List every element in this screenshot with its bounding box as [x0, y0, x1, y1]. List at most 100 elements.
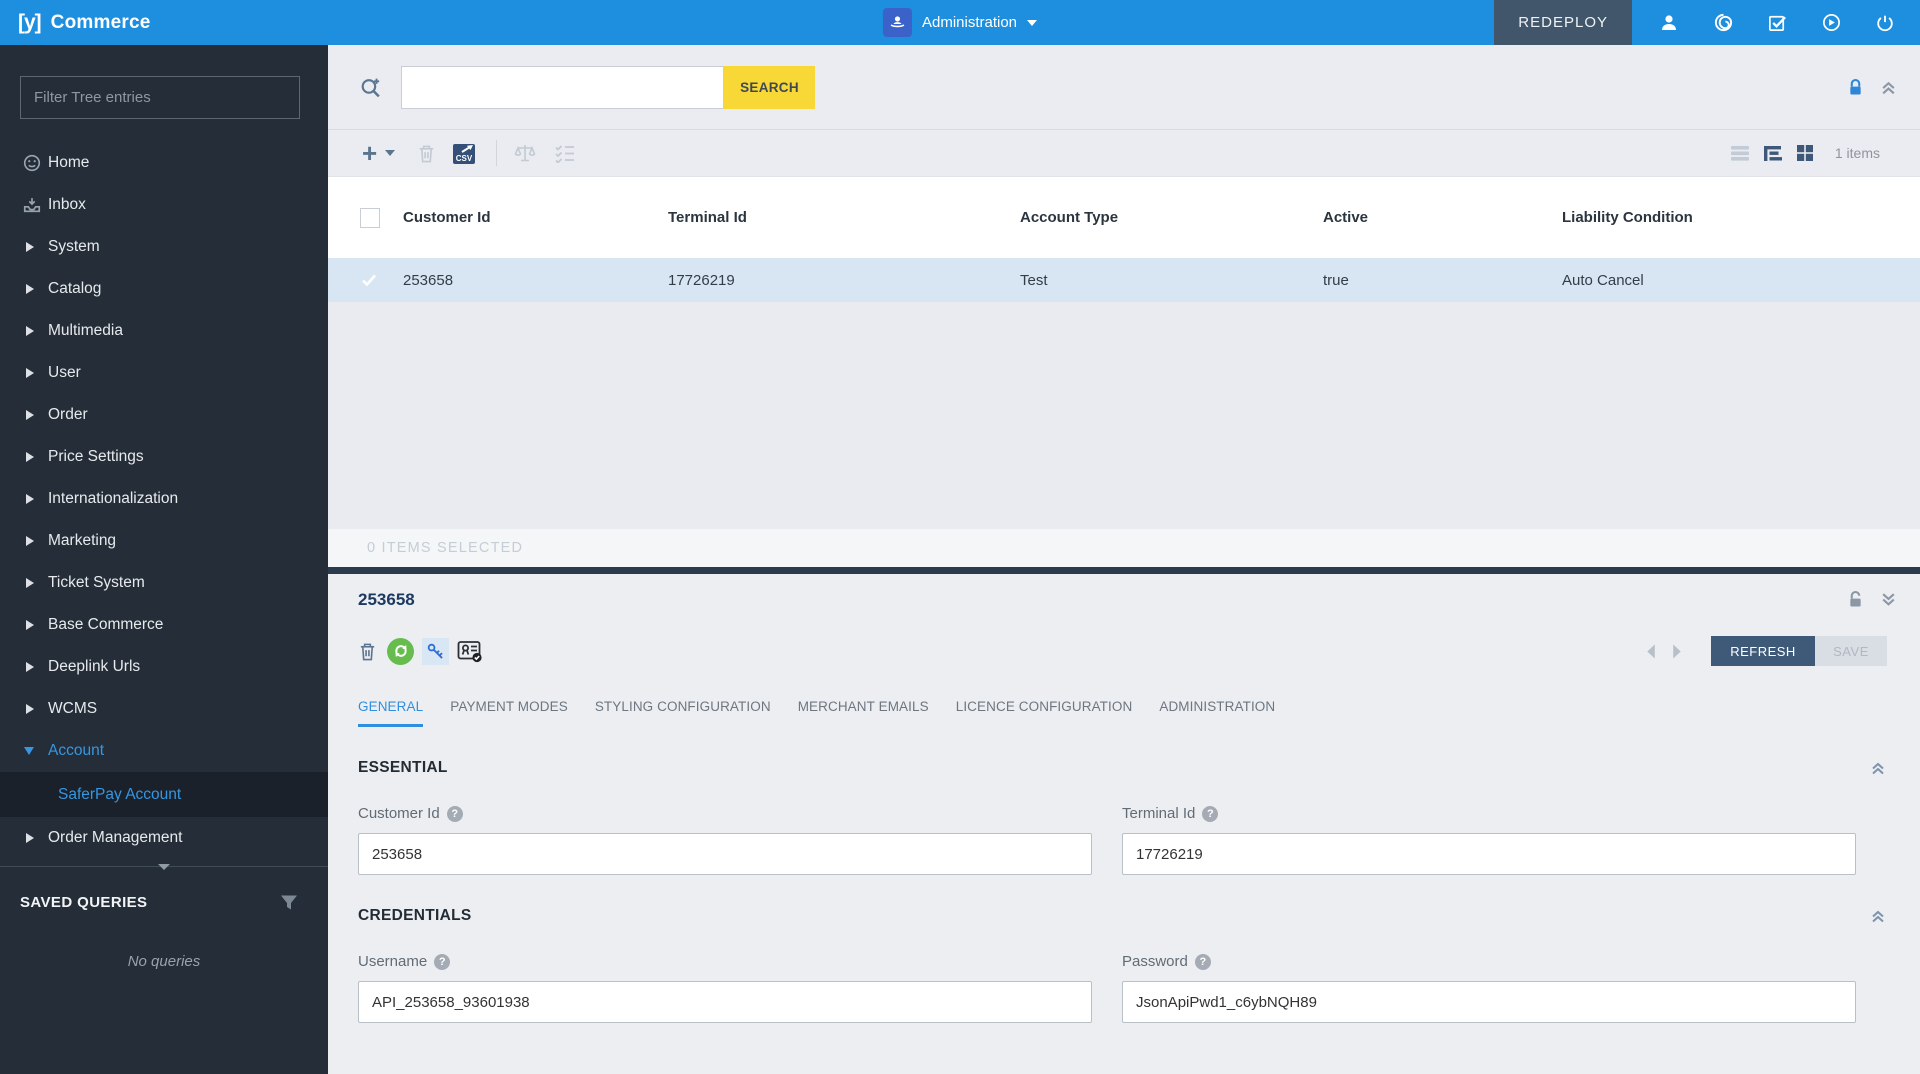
tree-item-base-commerce[interactable]: Base Commerce [0, 604, 328, 646]
tree-item-deeplink-urls[interactable]: Deeplink Urls [0, 646, 328, 688]
grid-view-icon[interactable] [1796, 144, 1814, 162]
column-header[interactable]: Liability Condition [1562, 209, 1920, 226]
column-header[interactable]: Terminal Id [668, 209, 1020, 226]
tree-item-multimedia[interactable]: Multimedia [0, 310, 328, 352]
help-icon[interactable]: ? [1202, 805, 1219, 822]
caret-right-icon [26, 578, 34, 588]
help-icon[interactable]: ? [434, 953, 451, 970]
tree-item-inbox[interactable]: Inbox [0, 184, 328, 226]
select-all-checkbox[interactable] [360, 207, 380, 228]
navigation-tree: Home Inbox System Catalog Multimedia Use… [0, 142, 328, 859]
delete-item-icon[interactable] [417, 143, 436, 164]
tree-item-ticket-system[interactable]: Ticket System [0, 562, 328, 604]
help-icon[interactable]: ? [446, 805, 463, 822]
section-credentials: CREDENTIALS Username ? API_253658_936019… [358, 907, 1884, 1023]
tree-item-catalog[interactable]: Catalog [0, 268, 328, 310]
globe-session-icon[interactable] [1804, 0, 1858, 45]
caret-right-icon [26, 620, 34, 630]
tree-item-label: Price Settings [48, 448, 144, 465]
tree-item-order[interactable]: Order [0, 394, 328, 436]
collapse-section-icon[interactable] [1870, 908, 1886, 924]
tab-general[interactable]: GENERAL [358, 699, 424, 727]
table-row[interactable]: 253658 17726219 Test true Auto Cancel [328, 258, 1920, 302]
delete-account-icon[interactable] [358, 641, 377, 662]
row-selected-check-icon[interactable] [361, 273, 403, 287]
field-label: Username [358, 953, 428, 970]
tasks-check-icon[interactable] [1750, 0, 1804, 45]
search-input[interactable] [401, 65, 724, 109]
tree-item-label: Inbox [48, 196, 86, 213]
tab-merchant-emails[interactable]: MERCHANT EMAILS [798, 699, 929, 727]
tree-item-label: System [48, 238, 100, 255]
tree-item-label: Account [48, 742, 105, 759]
password-input[interactable] [1122, 981, 1856, 1023]
licence-card-icon[interactable] [457, 639, 483, 663]
terminal-id-input[interactable] [1122, 833, 1856, 875]
lock-icon[interactable] [1848, 78, 1863, 97]
add-item-button[interactable]: + [362, 140, 377, 166]
list-view-icon[interactable] [1730, 145, 1750, 162]
username-input[interactable] [358, 981, 1092, 1023]
logout-power-icon[interactable] [1858, 0, 1912, 45]
tree-item-internationalization[interactable]: Internationalization [0, 478, 328, 520]
tree-item-marketing[interactable]: Marketing [0, 520, 328, 562]
bulk-edit-icon[interactable] [553, 143, 577, 163]
column-header[interactable]: Account Type [1020, 209, 1323, 226]
collapse-panel-down-icon[interactable] [1880, 591, 1897, 608]
section-title: ESSENTIAL [358, 759, 448, 776]
field-password: Password ? [1122, 951, 1856, 1023]
tab-styling-configuration[interactable]: STYLING CONFIGURATION [595, 699, 771, 727]
tree-item-saferpay-account[interactable]: SaferPay Account [0, 772, 328, 817]
tab-licence-configuration[interactable]: LICENCE CONFIGURATION [956, 699, 1133, 727]
user-account-icon[interactable] [1642, 0, 1696, 45]
tree-item-order-management[interactable]: Order Management [0, 817, 328, 859]
editor-tabs: GENERAL PAYMENT MODES STYLING CONFIGURAT… [328, 677, 1920, 727]
cell-account-type: Test [1020, 271, 1048, 289]
saved-queries-title: SAVED QUERIES [20, 894, 148, 911]
save-button[interactable]: SAVE [1815, 636, 1887, 666]
collapse-section-icon[interactable] [1870, 760, 1886, 776]
tab-administration[interactable]: ADMINISTRATION [1159, 699, 1275, 727]
perspective-switcher[interactable]: Administration [882, 0, 1038, 45]
redeploy-button[interactable]: REDEPLOY [1494, 0, 1632, 45]
caret-right-icon [26, 704, 34, 714]
tree-item-label: Marketing [48, 532, 117, 549]
column-header[interactable]: Customer Id [403, 209, 668, 226]
tree-item-wcms[interactable]: WCMS [0, 688, 328, 730]
advanced-search-icon[interactable] [358, 75, 383, 100]
shell: Home Inbox System Catalog [0, 45, 1920, 1074]
cell-liability-condition: Auto Cancel [1562, 271, 1644, 289]
customer-id-input[interactable] [358, 833, 1092, 875]
chevron-down-icon [1027, 19, 1038, 26]
tree-item-label: Order Management [48, 829, 183, 846]
previous-item-icon[interactable] [1645, 644, 1656, 659]
panel-resize-handle[interactable] [328, 567, 1920, 574]
refresh-button[interactable]: REFRESH [1711, 636, 1815, 666]
filter-funnel-icon[interactable] [280, 894, 298, 911]
tree-filter-input[interactable] [20, 76, 300, 119]
tree-item-account[interactable]: Account [0, 730, 328, 772]
hybris-logo-icon: [y] [18, 10, 42, 34]
tree-item-system[interactable]: System [0, 226, 328, 268]
tree-item-price-settings[interactable]: Price Settings [0, 436, 328, 478]
inbox-icon [22, 195, 42, 215]
compare-items-icon[interactable] [513, 142, 537, 164]
unlock-icon[interactable] [1848, 590, 1863, 609]
test-connection-icon[interactable] [387, 637, 414, 665]
add-item-dropdown-caret[interactable] [385, 150, 396, 156]
tree-item-user[interactable]: User [0, 352, 328, 394]
credentials-keys-icon[interactable] [422, 637, 449, 665]
tree-item-home[interactable]: Home [0, 142, 328, 184]
history-spiral-icon[interactable] [1696, 0, 1750, 45]
next-item-icon[interactable] [1672, 644, 1683, 659]
cell-active: true [1323, 271, 1349, 289]
export-csv-button[interactable]: CSV [452, 141, 478, 165]
tab-payment-modes[interactable]: PAYMENT MODES [450, 699, 568, 727]
search-button[interactable]: SEARCH [724, 65, 815, 109]
tree-scroll-indicator[interactable] [0, 864, 328, 876]
svg-text:CSV: CSV [456, 154, 473, 163]
help-icon[interactable]: ? [1194, 953, 1211, 970]
column-header[interactable]: Active [1323, 209, 1562, 226]
collapse-panel-up-icon[interactable] [1880, 79, 1897, 96]
tree-view-icon[interactable] [1763, 145, 1783, 162]
